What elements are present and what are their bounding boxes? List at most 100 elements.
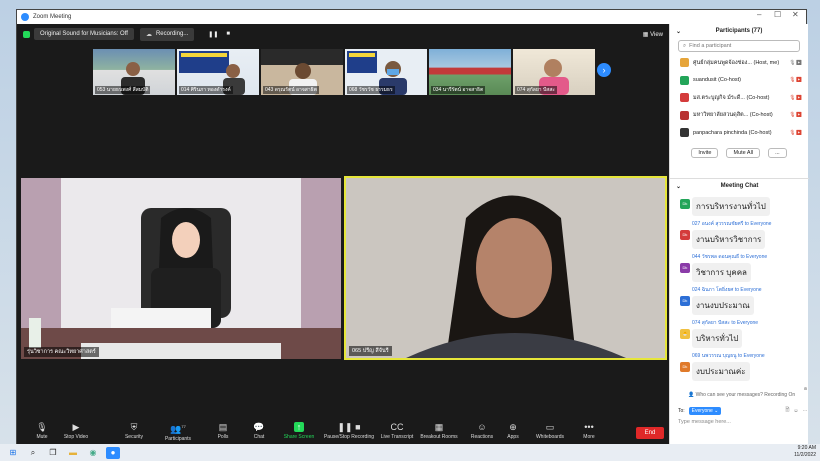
mic-video-icons: 🎙▶: [789, 77, 802, 84]
chat-label: Chat: [253, 434, 265, 440]
share-screen-button[interactable]: ↑ Share Screen: [276, 422, 322, 440]
participant-row[interactable]: มหาวิทยาลัยสวนดุสิต... (Co-host) 🎙▶: [670, 107, 808, 125]
pause-stop-icon: ❚❚ ■: [337, 422, 361, 432]
stop-video-label: Stop Video: [63, 434, 89, 440]
chevron-down-icon[interactable]: ⌄: [676, 28, 681, 35]
breakout-rooms-label: Breakout Rooms: [420, 434, 458, 440]
participant-row-name: suandusit (Co-host): [693, 77, 785, 83]
recipient-dropdown[interactable]: Everyone ⌄: [688, 407, 722, 415]
avatar: 🐣: [680, 329, 690, 339]
participant-row[interactable]: suandusit (Co-host) 🎙▶: [670, 72, 808, 90]
task-view-icon[interactable]: ❐: [46, 447, 60, 459]
active-speaker-video[interactable]: 065 ปรีญ สีจันรี: [344, 176, 667, 360]
zoom-logo-icon: [21, 13, 29, 21]
window-title: Zoom Meeting: [33, 14, 72, 20]
share-screen-icon: ↑: [294, 422, 304, 432]
chat-sender: 027 อนงค์ สุวรรณชัยศรี to Everyone: [692, 221, 772, 227]
chat-message-text: การบริหารงานทั่วไป: [692, 197, 770, 216]
participant-thumbnail[interactable]: 014 ศิรินภา ทองดำรงค์: [177, 49, 259, 95]
participant-list: ศูนย์กลุ่มคนพูดจ้องช่อง... (Host, me) 🎙▶ …: [670, 54, 808, 142]
chat-scrollbar[interactable]: [804, 387, 807, 390]
participant-thumbnail[interactable]: 074 สุกัลยา ปัสสะ: [513, 49, 595, 95]
maximize-button[interactable]: ☐: [774, 10, 781, 19]
participant-name: 068 วัชรวัช ธรรมธร: [347, 86, 395, 94]
participants-icon: 👥77: [170, 424, 186, 434]
participant-name: suandusit: [693, 77, 717, 84]
more-options-button[interactable]: ...: [768, 147, 787, 158]
shield-icon[interactable]: [23, 30, 30, 38]
recipient-value: Everyone: [691, 408, 713, 414]
participant-search-input[interactable]: ⌕ Find a participant: [678, 40, 800, 52]
file-explorer-icon[interactable]: ▬: [66, 447, 80, 459]
mic-video-icons: 🎙▶: [789, 129, 802, 136]
participant-name: มส.ตระบูญกิจ ม์ระดี...: [693, 94, 745, 101]
chat-message: 074 สุกัลยา ปัสสะ to Everyone 🐣 บริหารทั่ว…: [670, 319, 809, 348]
chat-title: Meeting Chat: [720, 183, 759, 189]
chat-message-text: วิชาการ บุคคล: [692, 263, 751, 282]
pause-stop-recording-button[interactable]: ❚❚ ■ Pause/Stop Recording: [323, 422, 375, 440]
participant-thumbnail[interactable]: 034 นารีรัตน์ อาจสาธิต: [429, 49, 511, 95]
original-sound-toggle[interactable]: Original Sound for Musicians: Off: [34, 28, 134, 40]
pause-recording-label: Pause/Stop Recording: [323, 434, 375, 440]
mic-video-icons: 🎙▶: [789, 59, 802, 66]
windows-start-icon[interactable]: ⊞: [6, 447, 20, 459]
original-sound-label: Original Sound for Musicians: Off: [40, 31, 128, 37]
avatar: Dk: [680, 263, 690, 273]
participants-count: 77: [181, 424, 186, 429]
emoji-icon[interactable]: ☺: [793, 408, 798, 414]
minimize-button[interactable]: –: [757, 10, 761, 19]
apps-label: Apps: [507, 434, 519, 440]
participant-row[interactable]: มส.ตระบูญกิจ ม์ระดี... (Co-host) 🎙▶: [670, 89, 808, 107]
speaker-video-left[interactable]: รุ่นวิชาการ คณะวิทยาศาสตร์: [21, 178, 341, 359]
speaker-scene: [21, 178, 341, 359]
participants-label: Participants: [164, 436, 192, 442]
chat-sender: 044 วัชรพล ดอนคุณธี to Everyone: [692, 254, 768, 260]
chat-message-text: บริหารทั่วไป: [692, 329, 743, 348]
browser-icon[interactable]: ◉: [86, 447, 100, 459]
participant-row[interactable]: ศูนย์กลุ่มคนพูดจ้องช่อง... (Host, me) 🎙▶: [670, 54, 808, 72]
recording-label: Recording...: [155, 31, 189, 37]
participant-thumbnail[interactable]: 053 นายธนพงศ์ สีสมบัติ: [93, 49, 175, 95]
participant-thumbnail[interactable]: 043 ดรุณรัตน์ อาจสาธิต: [261, 49, 343, 95]
stop-video-button[interactable]: ▶ Stop Video: [53, 422, 99, 440]
chevron-down-icon[interactable]: ⌄: [676, 183, 681, 190]
cloud-icon: ☁: [145, 31, 152, 38]
zoom-taskbar-icon[interactable]: ●: [106, 446, 120, 459]
file-icon[interactable]: 🗎: [785, 407, 789, 415]
more-icon: •••: [584, 422, 594, 432]
who-can-see-link[interactable]: 👤 Who can see your messages? Recording O…: [688, 392, 795, 398]
pause-recording-icon[interactable]: ❚❚: [208, 31, 218, 38]
chat-message-text: งบประมาณค่ะ: [692, 362, 750, 381]
more-button[interactable]: ••• More: [566, 422, 612, 440]
participants-button[interactable]: 👥77 Participants: [155, 422, 201, 442]
avatar: [680, 58, 689, 68]
participant-name: panpachara pinchinda: [693, 129, 748, 136]
live-transcript-button[interactable]: CC Live Transcript: [374, 422, 420, 440]
participant-row[interactable]: panpachara pinchinda (Co-host) 🎙▶: [670, 124, 808, 142]
mic-video-icons: 🎙▶: [789, 112, 802, 119]
participant-name: 014 ศิรินภา ทองดำรงค์: [179, 86, 233, 94]
invite-button[interactable]: Invite: [691, 147, 719, 158]
security-button[interactable]: ⛨ Security: [111, 422, 157, 440]
view-button[interactable]: ▦ View: [643, 31, 663, 38]
end-meeting-button[interactable]: End: [636, 427, 664, 439]
breakout-rooms-icon: ▦: [434, 422, 444, 432]
to-label: To:: [678, 408, 685, 414]
breakout-rooms-button[interactable]: ▦ Breakout Rooms: [416, 422, 462, 440]
participant-name: มหาวิทยาลัยสวนดุสิต...: [693, 112, 749, 119]
close-button[interactable]: ✕: [792, 10, 799, 19]
avatar: Dk: [680, 296, 690, 306]
stop-recording-icon[interactable]: ■: [226, 31, 230, 37]
mute-all-button[interactable]: Mute All: [726, 147, 761, 158]
participant-role: (Co-host): [748, 129, 772, 136]
chat-message-text: งานบริหารวิชาการ: [692, 230, 766, 249]
participant-thumbnail[interactable]: 068 วัชรวัช ธรรมธร: [345, 49, 427, 95]
next-page-button[interactable]: ›: [597, 63, 611, 77]
avatar: [680, 75, 689, 85]
chat-message-input[interactable]: Type message here...: [678, 419, 731, 425]
more-icon[interactable]: ⋯: [803, 408, 808, 414]
participant-name: 043 ดรุณรัตน์ อาจสาธิต: [263, 86, 319, 94]
search-icon[interactable]: ⌕: [26, 447, 40, 459]
meeting-top-strip: Original Sound for Musicians: Off ☁ Recor…: [17, 24, 669, 44]
participants-title: Participants (77): [715, 28, 763, 34]
